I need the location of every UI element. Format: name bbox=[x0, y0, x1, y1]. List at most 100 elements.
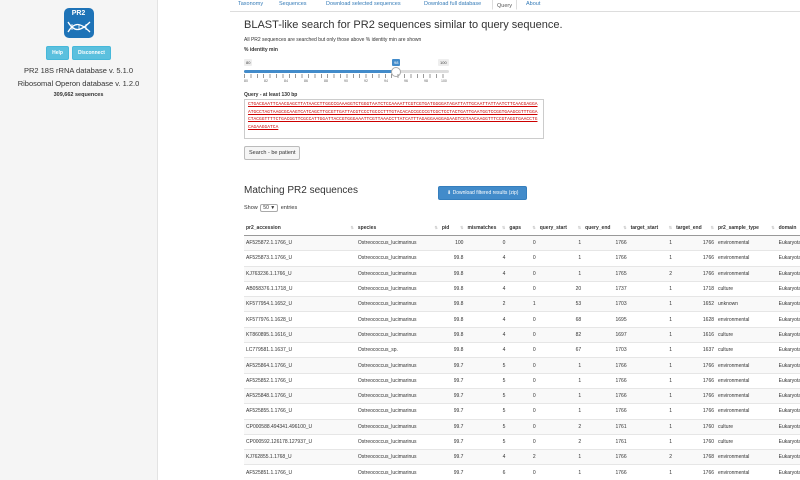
column-header-pid[interactable]: pid ⇅ bbox=[439, 221, 466, 236]
table-row[interactable]: KF577954.1.1652_U Ostreococcus_lucimarinu… bbox=[244, 296, 800, 312]
table-row[interactable]: AF525855.1.1766_U Ostreococcus_lucimarinu… bbox=[244, 403, 800, 420]
tick-label: 94 bbox=[384, 79, 388, 83]
cell-pr2-accession: AF525872.1.1766_U bbox=[244, 234, 356, 251]
table-row[interactable]: AF525852.1.1766_U Ostreococcus_lucimarinu… bbox=[244, 372, 800, 389]
cell-pid: 99.7 bbox=[439, 357, 466, 374]
table-row[interactable]: AB058376.1.1718_U Ostreococcus_lucimarinu… bbox=[244, 280, 800, 297]
column-header-target-start[interactable]: target_start ⇅ bbox=[628, 221, 675, 236]
tab-sequences[interactable]: Sequences bbox=[279, 1, 307, 7]
cell-domain: Eukaryota bbox=[776, 250, 800, 267]
cell-pr2-accession: CP000588.494341.496100_U bbox=[244, 418, 356, 435]
column-header-pr2-sample-type[interactable]: pr2_sample_type ⇅ bbox=[716, 221, 777, 236]
table-row[interactable]: KT860895.1.1616_U Ostreococcus_lucimarinu… bbox=[244, 326, 800, 343]
cell-mismatches: 4 bbox=[465, 280, 508, 297]
cell-gaps: 0 bbox=[507, 280, 538, 297]
cell-query-end: 1695 bbox=[583, 311, 629, 328]
cell-query-end: 1766 bbox=[583, 387, 629, 404]
cell-target-start: 1 bbox=[628, 372, 675, 389]
identity-slider[interactable]: 80 98 100 80 82 84 86 88 90 92 94 96 98 … bbox=[244, 56, 449, 90]
cell-target-end: 1766 bbox=[674, 250, 717, 267]
table-row[interactable]: AF525864.1.1766_U Ostreococcus_lucimarinu… bbox=[244, 357, 800, 374]
cell-query-start: 68 bbox=[537, 311, 584, 328]
cell-gaps: 0 bbox=[507, 326, 538, 343]
tab-download-selected[interactable]: Download selected sequences bbox=[326, 1, 401, 7]
column-header-query-start[interactable]: query_start ⇅ bbox=[537, 221, 584, 236]
column-header-mismatches[interactable]: mismatches ⇅ bbox=[465, 221, 508, 236]
show-entries-control: Show 50 ▼ entries bbox=[244, 204, 297, 212]
cell-pr2-sample-type: environmental bbox=[716, 250, 777, 267]
cell-gaps: 2 bbox=[507, 449, 538, 465]
table-row[interactable]: AF525851.1.1766_U Ostreococcus_lucimarinu… bbox=[244, 464, 800, 480]
help-button[interactable]: Help bbox=[46, 46, 69, 60]
download-results-button[interactable]: ⬇ Download filtered results (zip) bbox=[438, 186, 528, 200]
cell-domain: Eukaryota bbox=[776, 433, 800, 450]
cell-target-start: 1 bbox=[628, 464, 675, 480]
cell-target-end: 1760 bbox=[674, 418, 717, 435]
cell-gaps: 1 bbox=[507, 296, 538, 312]
query-sequence-input[interactable]: CTGACGAATTCAACGAGCTTATAACCTTGGCCGAAAGGTC… bbox=[244, 99, 544, 139]
column-header-query-end[interactable]: query_end ⇅ bbox=[583, 221, 629, 236]
cell-pr2-accession: AF525848.1.1766_U bbox=[244, 387, 356, 404]
tab-about[interactable]: About bbox=[526, 1, 540, 7]
cell-pr2-sample-type: environmental bbox=[716, 357, 777, 374]
cell-gaps: 0 bbox=[507, 250, 538, 267]
cell-query-start: 1 bbox=[537, 250, 584, 267]
cell-pid: 99.7 bbox=[439, 387, 466, 404]
cell-pid: 99.8 bbox=[439, 265, 466, 282]
table-row[interactable]: CP000592.126178.127937_U Ostreococcus_luc… bbox=[244, 433, 800, 450]
sort-icon: ⇅ bbox=[460, 225, 464, 230]
search-button[interactable]: Search - be patient bbox=[244, 146, 301, 160]
table-row[interactable]: AF525873.1.1766_U Ostreococcus_lucimarinu… bbox=[244, 250, 800, 267]
cell-pr2-sample-type: culture bbox=[716, 342, 777, 358]
cell-species: Ostreococcus_lucimarinus bbox=[355, 357, 440, 374]
cell-query-start: 67 bbox=[537, 342, 584, 358]
tick-label: 88 bbox=[324, 79, 328, 83]
cell-pid: 99.8 bbox=[439, 311, 466, 328]
table-row[interactable]: LC779581.1.1637_U Ostreococcus_sp. 99.8 4 0 6… bbox=[244, 342, 800, 358]
column-header-label: pr2_sample_type bbox=[718, 225, 759, 231]
column-header-label: query_start bbox=[539, 225, 567, 231]
tick-label: 98 bbox=[424, 79, 428, 83]
table-row[interactable]: AF525848.1.1766_U Ostreococcus_lucimarinu… bbox=[244, 387, 800, 404]
tick-label: 96 bbox=[404, 79, 408, 83]
sort-icon: ⇅ bbox=[771, 225, 775, 230]
column-header-target-end[interactable]: target_end ⇅ bbox=[674, 221, 717, 236]
column-header-pr2-accession[interactable]: pr2_accession ⇅ bbox=[244, 221, 356, 236]
cell-query-start: 2 bbox=[537, 433, 584, 450]
cell-mismatches: 5 bbox=[465, 357, 508, 374]
cell-pr2-sample-type: environmental bbox=[716, 372, 777, 389]
cell-gaps: 0 bbox=[507, 342, 538, 358]
tab-taxonomy[interactable]: Taxonomy bbox=[238, 1, 263, 7]
cell-pid: 99.8 bbox=[439, 342, 466, 358]
table-row[interactable]: CP000588.494341.496100_U Ostreococcus_luc… bbox=[244, 418, 800, 435]
cell-species: Ostreococcus_lucimarinus bbox=[355, 403, 440, 420]
cell-pr2-accession: LC779581.1.1637_U bbox=[244, 342, 356, 358]
blast-subtitle: All PR2 sequences are searched but only … bbox=[244, 37, 422, 43]
disconnect-button[interactable]: Disconnect bbox=[71, 46, 111, 60]
column-header-label: domain bbox=[778, 225, 797, 231]
cell-pid: 99.7 bbox=[439, 464, 466, 480]
cell-domain: Eukaryota bbox=[776, 326, 800, 343]
cell-target-end: 1766 bbox=[674, 464, 717, 480]
column-header-species[interactable]: species ⇅ bbox=[355, 221, 440, 236]
table-row[interactable]: KF577976.1.1628_U Ostreococcus_lucimarinu… bbox=[244, 311, 800, 328]
cell-species: Ostreococcus_lucimarinus bbox=[355, 433, 440, 450]
cell-pr2-sample-type: environmental bbox=[716, 403, 777, 420]
tab-query[interactable]: Query bbox=[492, 0, 517, 10]
table-row[interactable]: KJ762855.1.1768_U Ostreococcus_lucimarinu… bbox=[244, 449, 800, 465]
table-row[interactable]: AF525872.1.1766_U Ostreococcus_lucimarinu… bbox=[244, 234, 800, 251]
column-header-gaps[interactable]: gaps ⇅ bbox=[507, 221, 538, 236]
column-header-label: pr2_accession bbox=[246, 225, 281, 231]
dna-icon bbox=[66, 21, 90, 33]
cell-target-end: 1768 bbox=[674, 449, 717, 465]
cell-pid: 99.8 bbox=[439, 250, 466, 267]
sort-icon: ⇅ bbox=[668, 225, 673, 230]
cell-query-end: 1703 bbox=[583, 342, 629, 358]
tab-download-full[interactable]: Download full database bbox=[424, 1, 481, 7]
cell-pid: 99.7 bbox=[439, 372, 466, 389]
cell-mismatches: 6 bbox=[465, 464, 508, 480]
column-header-domain[interactable]: domain⇅ bbox=[776, 221, 800, 236]
entries-select[interactable]: 50 ▼ bbox=[260, 204, 279, 212]
table-row[interactable]: KJ763236.1.1766_U Ostreococcus_lucimarinu… bbox=[244, 265, 800, 282]
cell-pr2-accession: KT860895.1.1616_U bbox=[244, 326, 356, 343]
